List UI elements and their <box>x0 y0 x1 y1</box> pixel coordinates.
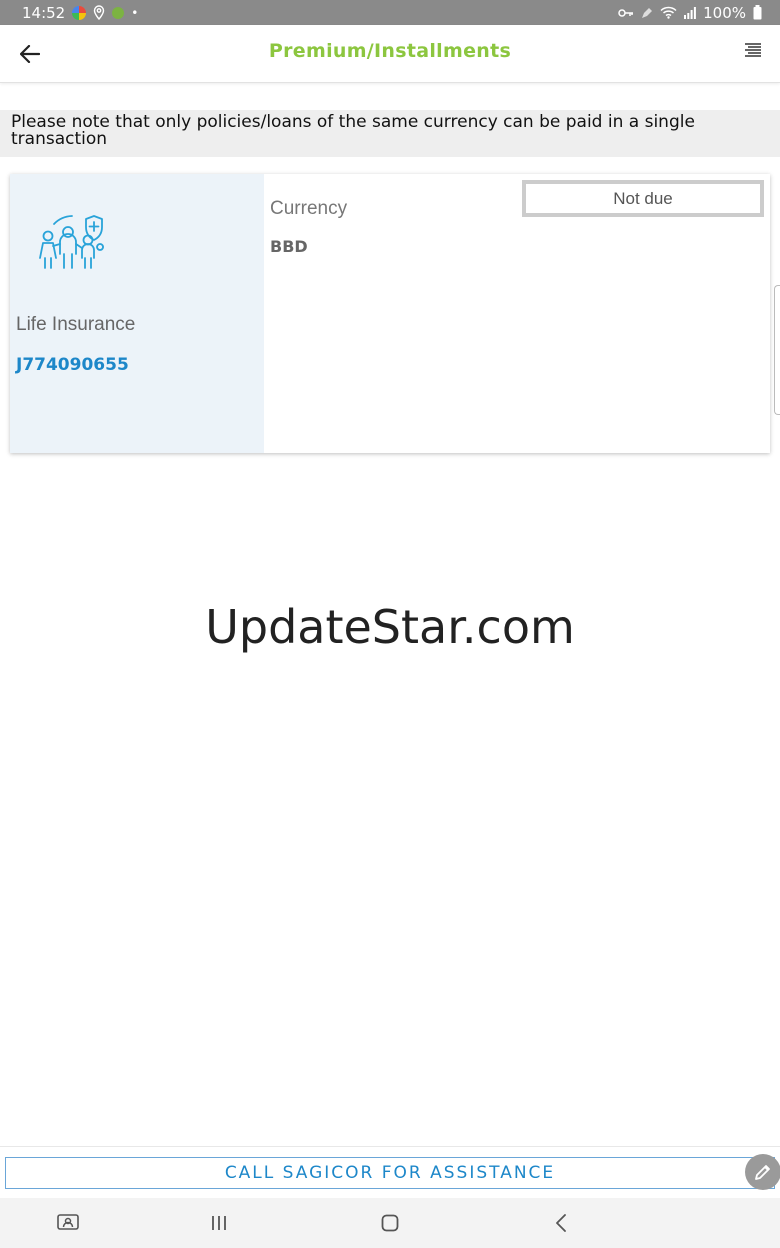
chevron-left-icon <box>556 1214 566 1232</box>
call-assistance-button[interactable]: CALL SAGICOR FOR ASSISTANCE <box>5 1157 775 1189</box>
status-bar: 14:52 • 100% <box>0 0 780 25</box>
home-icon <box>381 1214 399 1232</box>
family-shield-icon <box>39 215 104 269</box>
policy-card-left-panel: Life Insurance J774090655 <box>10 174 264 453</box>
recents-icon <box>212 1216 226 1230</box>
policy-card-details: Currency BBD Not due <box>264 174 770 453</box>
system-back-button[interactable] <box>547 1209 575 1237</box>
product-name: Life Insurance <box>16 314 136 335</box>
policy-card[interactable]: Life Insurance J774090655 Currency BBD N… <box>10 174 770 453</box>
location-icon <box>94 5 105 20</box>
home-button[interactable] <box>376 1209 404 1237</box>
system-nav-bar <box>0 1198 780 1248</box>
menu-button[interactable] <box>744 42 766 66</box>
currency-notice: Please note that only policies/loans of … <box>0 110 780 157</box>
edit-fab-button[interactable] <box>745 1154 780 1190</box>
signal-icon <box>684 6 697 19</box>
footer-bar: CALL SAGICOR FOR ASSISTANCE <box>0 1146 780 1198</box>
recent-apps-button[interactable] <box>205 1209 233 1237</box>
battery-icon <box>753 5 762 20</box>
vpn-key-icon <box>618 8 634 17</box>
watermark-text: UpdateStar.com <box>205 600 575 654</box>
more-notifications-icon: • <box>131 5 139 20</box>
wifi-icon <box>660 6 677 19</box>
currency-value: BBD <box>270 237 308 256</box>
screen-person-icon <box>57 1214 79 1230</box>
pencil-icon <box>755 1165 770 1180</box>
status-badge: Not due <box>522 180 764 217</box>
screen-assist-button[interactable] <box>54 1209 82 1237</box>
page-title: Premium/Installments <box>268 40 512 62</box>
battery-percent: 100% <box>703 3 746 22</box>
currency-label: Currency <box>270 198 348 219</box>
menu-lines-icon <box>745 43 761 57</box>
pen-icon <box>642 7 653 18</box>
side-drawer-handle[interactable] <box>774 285 780 415</box>
policy-number[interactable]: J774090655 <box>16 355 129 375</box>
app-notification-icon <box>72 5 87 20</box>
android-icon <box>112 6 125 19</box>
clock: 14:52 <box>22 3 66 22</box>
app-bar: Premium/Installments <box>0 25 780 83</box>
